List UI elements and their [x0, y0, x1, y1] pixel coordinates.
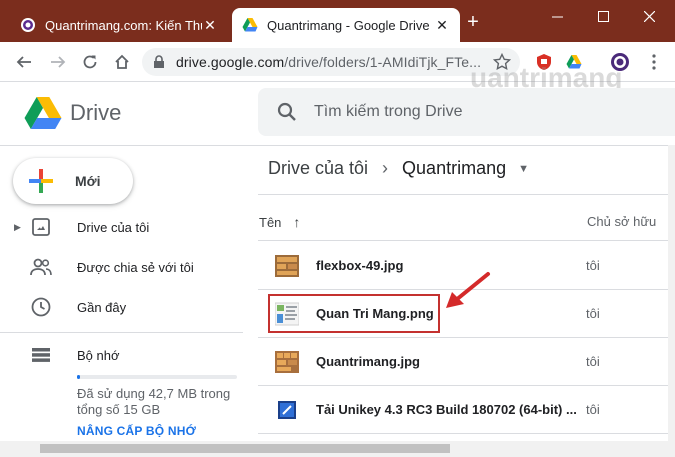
- column-header-name[interactable]: Tên ↑: [259, 214, 300, 230]
- breadcrumb-divider: [258, 194, 675, 195]
- storage-usage-text: Đã sử dụng 42,7 MB trong tổng số 15 GB: [77, 386, 231, 417]
- file-name: flexbox-49.jpg: [316, 258, 404, 273]
- upgrade-storage-link[interactable]: NÂNG CẤP BỘ NHỚ: [77, 424, 196, 438]
- file-name: Tải Unikey 4.3 RC3 Build 180702 (64-bit)…: [316, 402, 577, 417]
- url-host: drive.google.com: [176, 54, 285, 70]
- breadcrumb: Drive của tôi › Quantrimang ▼: [268, 158, 529, 179]
- drive-search-box[interactable]: Tìm kiếm trong Drive: [258, 88, 675, 136]
- plus-icon: [29, 169, 53, 193]
- browser-tab-bar: Quantrimang.com: Kiến Thức ✕ Quantrimang…: [0, 0, 675, 42]
- file-owner: tôi: [586, 354, 600, 369]
- column-header-name-label: Tên: [259, 214, 282, 230]
- home-icon[interactable]: [110, 50, 134, 74]
- tab-title: Quantrimang.com: Kiến Thức: [45, 17, 202, 33]
- file-owner: tôi: [586, 306, 600, 321]
- reload-icon[interactable]: [78, 50, 102, 74]
- quantrimang-favicon-icon: [21, 18, 35, 32]
- new-button-label: Mới: [75, 173, 101, 189]
- file-owner: tôi: [586, 402, 600, 417]
- highlight-box: [268, 294, 440, 333]
- sidebar-item-recent[interactable]: Gần đây: [0, 289, 250, 325]
- drive-favicon-icon: [242, 18, 258, 32]
- maximize-icon[interactable]: [580, 0, 626, 32]
- file-owner: tôi: [586, 258, 600, 273]
- header-row-divider: [258, 240, 675, 241]
- sidebar-item-label: Bộ nhớ: [77, 347, 120, 363]
- sort-arrow-up-icon[interactable]: ↑: [293, 214, 300, 230]
- new-tab-icon[interactable]: +: [462, 12, 484, 34]
- file-name: Quantrimang.jpg: [316, 354, 420, 369]
- tab-google-drive[interactable]: Quantrimang - Google Drive ✕: [232, 8, 460, 42]
- storage-usage-bar: [77, 375, 237, 379]
- sidebar-item-label: Được chia sẻ với tôi: [77, 259, 194, 275]
- tab-quantrimang[interactable]: Quantrimang.com: Kiến Thức ✕: [10, 8, 228, 42]
- back-icon[interactable]: [12, 50, 36, 74]
- drive-brand-title: Drive: [70, 100, 122, 125]
- expand-caret-icon[interactable]: ▶: [14, 222, 21, 233]
- unikey-icon: [278, 401, 296, 419]
- storage-icon: [30, 344, 52, 366]
- sidebar-item-my-drive[interactable]: ▶ Drive của tôi: [0, 209, 250, 245]
- close-tab-icon[interactable]: ✕: [202, 17, 218, 34]
- sidebar-item-label: Gần đây: [77, 299, 127, 315]
- address-bar[interactable]: drive.google.com/drive/folders/1-AMIdiTj…: [142, 48, 520, 76]
- url-path: /drive/folders/1-AMIdiTjk_FTe...: [284, 54, 482, 70]
- shared-icon: [30, 256, 52, 278]
- dropdown-caret-icon[interactable]: ▼: [518, 163, 529, 175]
- red-arrow-annotation-icon: [446, 272, 490, 308]
- tab-title: Quantrimang - Google Drive: [267, 17, 430, 33]
- image-icon: [275, 351, 299, 373]
- search-icon: [277, 102, 296, 121]
- google-drive-logo-icon: [24, 97, 62, 129]
- sidebar-divider: [0, 332, 243, 333]
- image-icon: [275, 255, 299, 277]
- search-placeholder: Tìm kiếm trong Drive: [314, 103, 463, 120]
- close-tab-icon[interactable]: ✕: [434, 17, 450, 34]
- storage-usage-fill: [77, 375, 81, 379]
- breadcrumb-current[interactable]: Quantrimang: [402, 158, 506, 179]
- file-row[interactable]: Quantrimang.jpg tôi: [258, 338, 675, 386]
- sidebar-item-shared[interactable]: Được chia sẻ với tôi: [0, 249, 250, 285]
- file-row[interactable]: Tải Unikey 4.3 RC3 Build 180702 (64-bit)…: [258, 386, 675, 434]
- horizontal-scrollbar-thumb[interactable]: [40, 444, 450, 453]
- sidebar-item-label: Drive của tôi: [77, 219, 150, 235]
- header-divider: [0, 145, 675, 146]
- vertical-scrollbar[interactable]: [668, 145, 675, 441]
- new-button[interactable]: Mới: [13, 158, 133, 204]
- chevron-right-icon: ›: [382, 158, 389, 178]
- url-text: drive.google.com/drive/folders/1-AMIdiTj…: [176, 54, 510, 70]
- browser-menu-icon[interactable]: [644, 52, 664, 72]
- forward-icon[interactable]: [46, 50, 70, 74]
- column-header-owner[interactable]: Chủ sở hữu: [587, 214, 656, 229]
- my-drive-icon: [30, 216, 52, 238]
- lock-icon: [154, 55, 164, 68]
- clock-icon: [30, 296, 52, 318]
- breadcrumb-root[interactable]: Drive của tôi: [268, 158, 368, 179]
- close-window-icon[interactable]: [626, 0, 672, 32]
- sidebar-item-storage[interactable]: Bộ nhớ: [0, 337, 250, 373]
- minimize-icon[interactable]: [534, 0, 580, 32]
